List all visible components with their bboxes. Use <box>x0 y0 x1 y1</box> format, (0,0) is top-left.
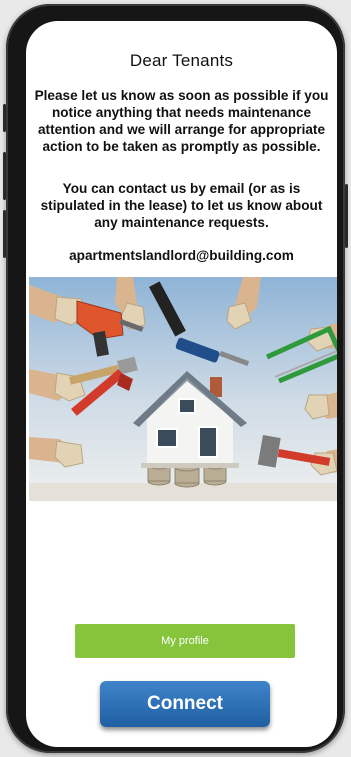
connect-button[interactable]: Connect <box>100 681 270 727</box>
notice-title: Dear Tenants <box>129 51 234 70</box>
phone-volume-up-button <box>3 152 6 200</box>
landlord-email: apartmentslandlord@building.com <box>69 248 294 263</box>
notice-paragraph-contact: You can contact us by email (or as is st… <box>40 181 323 230</box>
phone-volume-down-button <box>3 210 6 258</box>
my-profile-button[interactable]: My profile <box>75 624 295 658</box>
notice-paragraph-maintenance: Please let us know as soon as possible i… <box>34 88 329 154</box>
house-repair-tools-illustration <box>29 277 337 501</box>
illustration-svg <box>29 277 337 501</box>
phone-frame: Dear Tenants Please let us know as soon … <box>3 4 348 753</box>
phone-side-button <box>3 104 6 132</box>
app-screen: Dear Tenants Please let us know as soon … <box>26 21 337 747</box>
phone-power-button <box>345 184 348 248</box>
